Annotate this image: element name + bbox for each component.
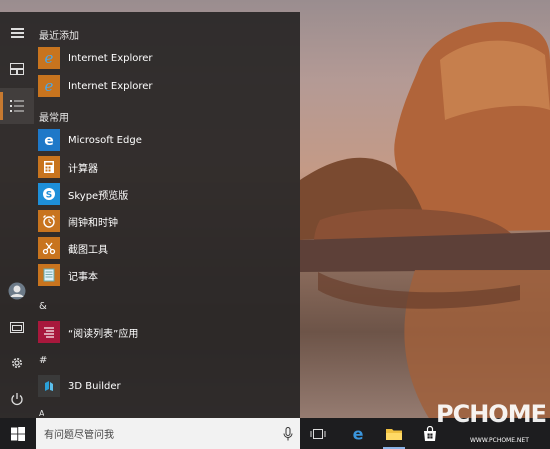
app-label: 记事本 — [68, 271, 98, 283]
group-header-recent[interactable]: 最近添加 — [39, 27, 79, 42]
skype-icon: S — [38, 183, 60, 205]
calculator-icon — [38, 156, 60, 178]
reading-list-icon — [38, 321, 60, 343]
taskbar-edge-button[interactable]: e — [341, 418, 375, 449]
app-item-reading-list[interactable]: “阅读列表”应用 — [38, 319, 296, 345]
start-menu: 最近添加 e Internet Explorer e Internet Expl… — [0, 12, 300, 418]
app-item-microsoft-edge[interactable]: e Microsoft Edge — [38, 127, 296, 153]
task-view-icon — [310, 428, 326, 439]
group-header-amp[interactable]: & — [39, 301, 47, 312]
app-label: 3D Builder — [68, 380, 121, 392]
app-item-calculator[interactable]: 计算器 — [38, 154, 296, 180]
svg-text:e: e — [353, 426, 364, 442]
watermark-url: WWW.PCHOME.NET — [470, 437, 529, 444]
expand-menu-button[interactable] — [0, 16, 34, 50]
app-label: Skype预览版 — [68, 190, 129, 202]
svg-text:e: e — [45, 50, 54, 66]
hamburger-icon — [10, 26, 24, 40]
snipping-tool-icon — [38, 237, 60, 259]
gear-icon — [12, 358, 22, 368]
app-label: 截图工具 — [68, 244, 108, 256]
file-explorer-icon — [386, 428, 402, 440]
app-item-internet-explorer-2[interactable]: e Internet Explorer — [38, 73, 296, 99]
tiles-icon — [10, 63, 24, 75]
windows-logo-icon — [11, 426, 25, 441]
app-label: 闹钟和时钟 — [68, 217, 118, 229]
user-account-button[interactable] — [0, 274, 34, 308]
avatar-icon — [8, 282, 26, 300]
app-item-skype-preview[interactable]: S Skype预览版 — [38, 181, 296, 207]
internet-explorer-icon: e — [38, 47, 60, 69]
internet-explorer-icon: e — [38, 75, 60, 97]
svg-text:S: S — [46, 191, 52, 201]
start-button[interactable] — [0, 418, 36, 449]
edge-icon: e — [353, 426, 364, 442]
all-apps-button[interactable] — [0, 88, 34, 124]
app-item-alarms-clock[interactable]: 闹钟和时钟 — [38, 208, 296, 234]
tiles-view-button[interactable] — [0, 52, 34, 86]
svg-text:e: e — [44, 133, 54, 148]
svg-text:e: e — [45, 78, 54, 94]
app-item-notepad[interactable]: 记事本 — [38, 262, 296, 288]
power-icon — [11, 393, 23, 406]
app-item-internet-explorer[interactable]: e Internet Explorer — [38, 45, 296, 71]
3d-builder-icon — [38, 375, 60, 397]
microphone-button[interactable] — [276, 426, 300, 441]
app-label: Internet Explorer — [68, 80, 153, 92]
app-label: Internet Explorer — [68, 52, 153, 64]
watermark-logo: PCHOME — [436, 400, 547, 428]
alarm-clock-icon — [38, 210, 60, 232]
group-header-hash[interactable]: # — [39, 355, 47, 366]
power-button[interactable] — [0, 382, 34, 416]
app-label: 计算器 — [68, 163, 98, 175]
edge-icon: e — [38, 129, 60, 151]
app-item-3d-builder[interactable]: 3D Builder — [38, 373, 296, 399]
microphone-icon — [283, 426, 293, 440]
folder-icon — [10, 322, 24, 333]
list-icon — [10, 100, 24, 112]
settings-button[interactable] — [0, 346, 34, 380]
search-box[interactable]: 有问题尽管问我 — [36, 418, 300, 449]
app-label: Microsoft Edge — [68, 134, 142, 146]
file-explorer-rail-button[interactable] — [0, 310, 34, 344]
taskbar-file-explorer-button[interactable] — [377, 418, 411, 449]
task-view-button[interactable] — [301, 418, 335, 449]
group-header-frequent[interactable]: 最常用 — [39, 109, 69, 124]
app-list: 最近添加 e Internet Explorer e Internet Expl… — [34, 12, 300, 418]
app-label: “阅读列表”应用 — [68, 328, 139, 340]
search-placeholder[interactable]: 有问题尽管问我 — [36, 426, 276, 441]
group-header-a[interactable]: A — [39, 409, 44, 418]
start-rail — [0, 12, 34, 418]
notepad-icon — [38, 264, 60, 286]
app-item-snipping-tool[interactable]: 截图工具 — [38, 235, 296, 261]
